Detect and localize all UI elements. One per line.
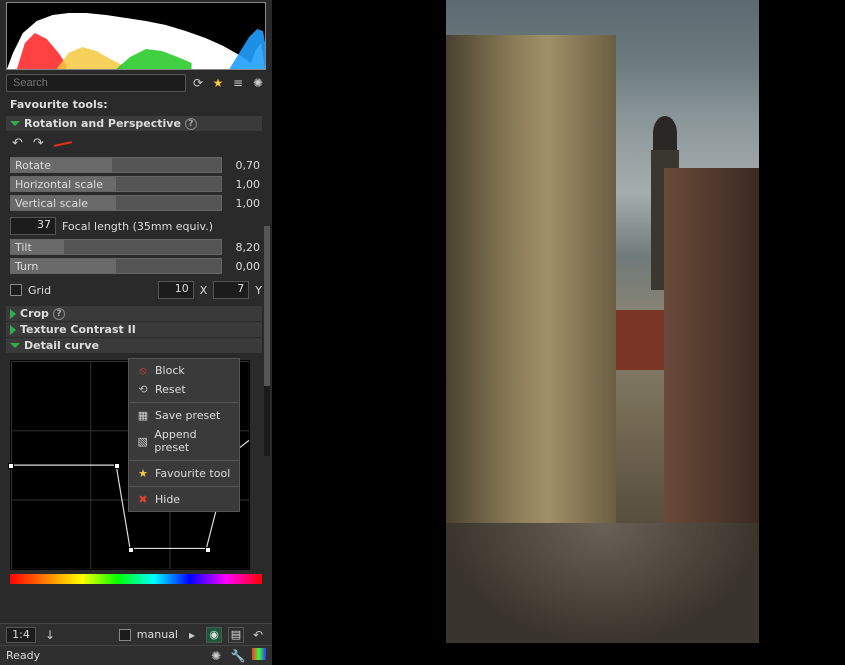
heading-rotation[interactable]: Rotation and Perspective ? <box>6 116 262 131</box>
vscale-value[interactable]: 1,00 <box>222 197 262 210</box>
heading-rotation-label: Rotation and Perspective <box>24 117 181 130</box>
sidebar: ⟳ ★ ≡ ✺ Favourite tools: Rotation and Pe… <box>0 0 272 665</box>
rotation-body: ↶ ↷ Rotate 0,70 Horizontal scale 1,00 Ve… <box>4 132 272 305</box>
favourite-tools-label: Favourite tools: <box>4 96 272 115</box>
tilt-value[interactable]: 8,20 <box>222 241 262 254</box>
undo-small-icon[interactable]: ↶ <box>250 627 266 643</box>
gear-sun-icon[interactable]: ✺ <box>250 75 266 91</box>
chevron-down-icon <box>10 121 20 126</box>
grid-x-label: X <box>200 284 208 297</box>
append-preset-icon: ▧ <box>137 435 148 447</box>
menu-icon[interactable]: ≡ <box>230 75 246 91</box>
focal-length-value[interactable]: 37 <box>10 217 56 235</box>
status-bar: Ready ✺ 🔧 <box>0 645 272 665</box>
help-icon[interactable]: ? <box>185 118 197 130</box>
redo-icon[interactable]: ↷ <box>33 136 44 151</box>
star-icon: ★ <box>137 468 149 480</box>
menu-save-preset[interactable]: ▦ Save preset <box>129 406 239 425</box>
curve-handle[interactable] <box>114 463 120 469</box>
chevron-right-icon <box>10 325 16 335</box>
heading-texture-label: Texture Contrast II <box>20 323 136 336</box>
tilt-slider[interactable]: Tilt 8,20 <box>10 238 262 256</box>
heading-texture[interactable]: Texture Contrast II <box>6 322 262 337</box>
heading-crop-label: Crop <box>20 307 49 320</box>
grid-row: Grid 10 X 7 Y <box>10 281 262 299</box>
undo-icon[interactable]: ↶ <box>12 136 23 151</box>
menu-separator <box>129 460 239 461</box>
rgb-icon[interactable] <box>252 648 266 660</box>
preview-image <box>446 0 759 643</box>
block-icon: ⦸ <box>137 365 149 377</box>
scrollbar[interactable] <box>264 226 270 456</box>
turn-slider[interactable]: Turn 0,00 <box>10 257 262 275</box>
focal-length-field[interactable]: 37 Focal length (35mm equiv.) <box>10 216 262 236</box>
hscale-value[interactable]: 1,00 <box>222 178 262 191</box>
heading-detail-curve[interactable]: Detail curve <box>6 338 262 353</box>
help-icon[interactable]: ? <box>53 308 65 320</box>
hue-strip[interactable] <box>10 574 262 584</box>
heading-detail-curve-label: Detail curve <box>24 339 99 352</box>
menu-separator <box>129 402 239 403</box>
straighten-icon[interactable] <box>54 141 72 147</box>
play-icon[interactable]: ▸ <box>184 627 200 643</box>
histogram-svg <box>7 3 265 69</box>
chevron-down-icon <box>10 343 20 348</box>
save-icon[interactable]: ▤ <box>228 627 244 643</box>
heading-crop[interactable]: Crop ? <box>6 306 262 321</box>
menu-hide[interactable]: ✖ Hide <box>129 490 239 509</box>
search-row: ⟳ ★ ≡ ✺ <box>0 74 272 96</box>
menu-block[interactable]: ⦸ Block <box>129 361 239 380</box>
grid-checkbox[interactable] <box>10 284 22 296</box>
reset-icon: ⟲ <box>137 384 149 396</box>
gear-icon[interactable]: ✺ <box>208 648 224 664</box>
manual-label: manual <box>137 628 178 641</box>
zoom-down-icon[interactable]: ↓ <box>42 627 58 643</box>
grid-x-value[interactable]: 10 <box>158 281 194 299</box>
curve-handle[interactable] <box>128 547 134 553</box>
grid-label: Grid <box>28 284 51 297</box>
menu-reset[interactable]: ⟲ Reset <box>129 380 239 399</box>
status-text: Ready <box>6 649 40 662</box>
vscale-slider[interactable]: Vertical scale 1,00 <box>10 194 262 212</box>
manual-checkbox[interactable] <box>119 629 131 641</box>
menu-favourite-tool[interactable]: ★ Favourite tool <box>129 464 239 483</box>
refresh-icon[interactable]: ⟳ <box>190 75 206 91</box>
favourite-filter-icon[interactable]: ★ <box>210 75 226 91</box>
context-menu: ⦸ Block ⟲ Reset ▦ Save preset ▧ Append p… <box>128 358 240 512</box>
focal-length-label: Focal length (35mm equiv.) <box>62 220 213 233</box>
menu-separator <box>129 486 239 487</box>
rotate-value[interactable]: 0,70 <box>222 159 262 172</box>
curve-handle[interactable] <box>205 547 211 553</box>
curve-handle[interactable] <box>8 463 14 469</box>
hscale-slider[interactable]: Horizontal scale 1,00 <box>10 175 262 193</box>
search-input[interactable] <box>6 74 186 92</box>
rotate-slider[interactable]: Rotate 0,70 <box>10 156 262 174</box>
zoom-value[interactable]: 1:4 <box>6 627 36 643</box>
turn-value[interactable]: 0,00 <box>222 260 262 273</box>
hide-icon: ✖ <box>137 494 149 506</box>
grid-y-value[interactable]: 7 <box>213 281 249 299</box>
menu-append-preset[interactable]: ▧ Append preset <box>129 425 239 457</box>
save-preset-icon: ▦ <box>137 410 149 422</box>
histogram-panel[interactable] <box>6 2 266 70</box>
chevron-right-icon <box>10 309 16 319</box>
bottom-toolbar: 1:4 ↓ manual ▸ ◉ ▤ ↶ <box>0 623 272 645</box>
grid-y-label: Y <box>255 284 262 297</box>
toggle-preview-icon[interactable]: ◉ <box>206 627 222 643</box>
image-viewer[interactable] <box>272 0 845 665</box>
wrench-icon[interactable]: 🔧 <box>230 648 246 664</box>
